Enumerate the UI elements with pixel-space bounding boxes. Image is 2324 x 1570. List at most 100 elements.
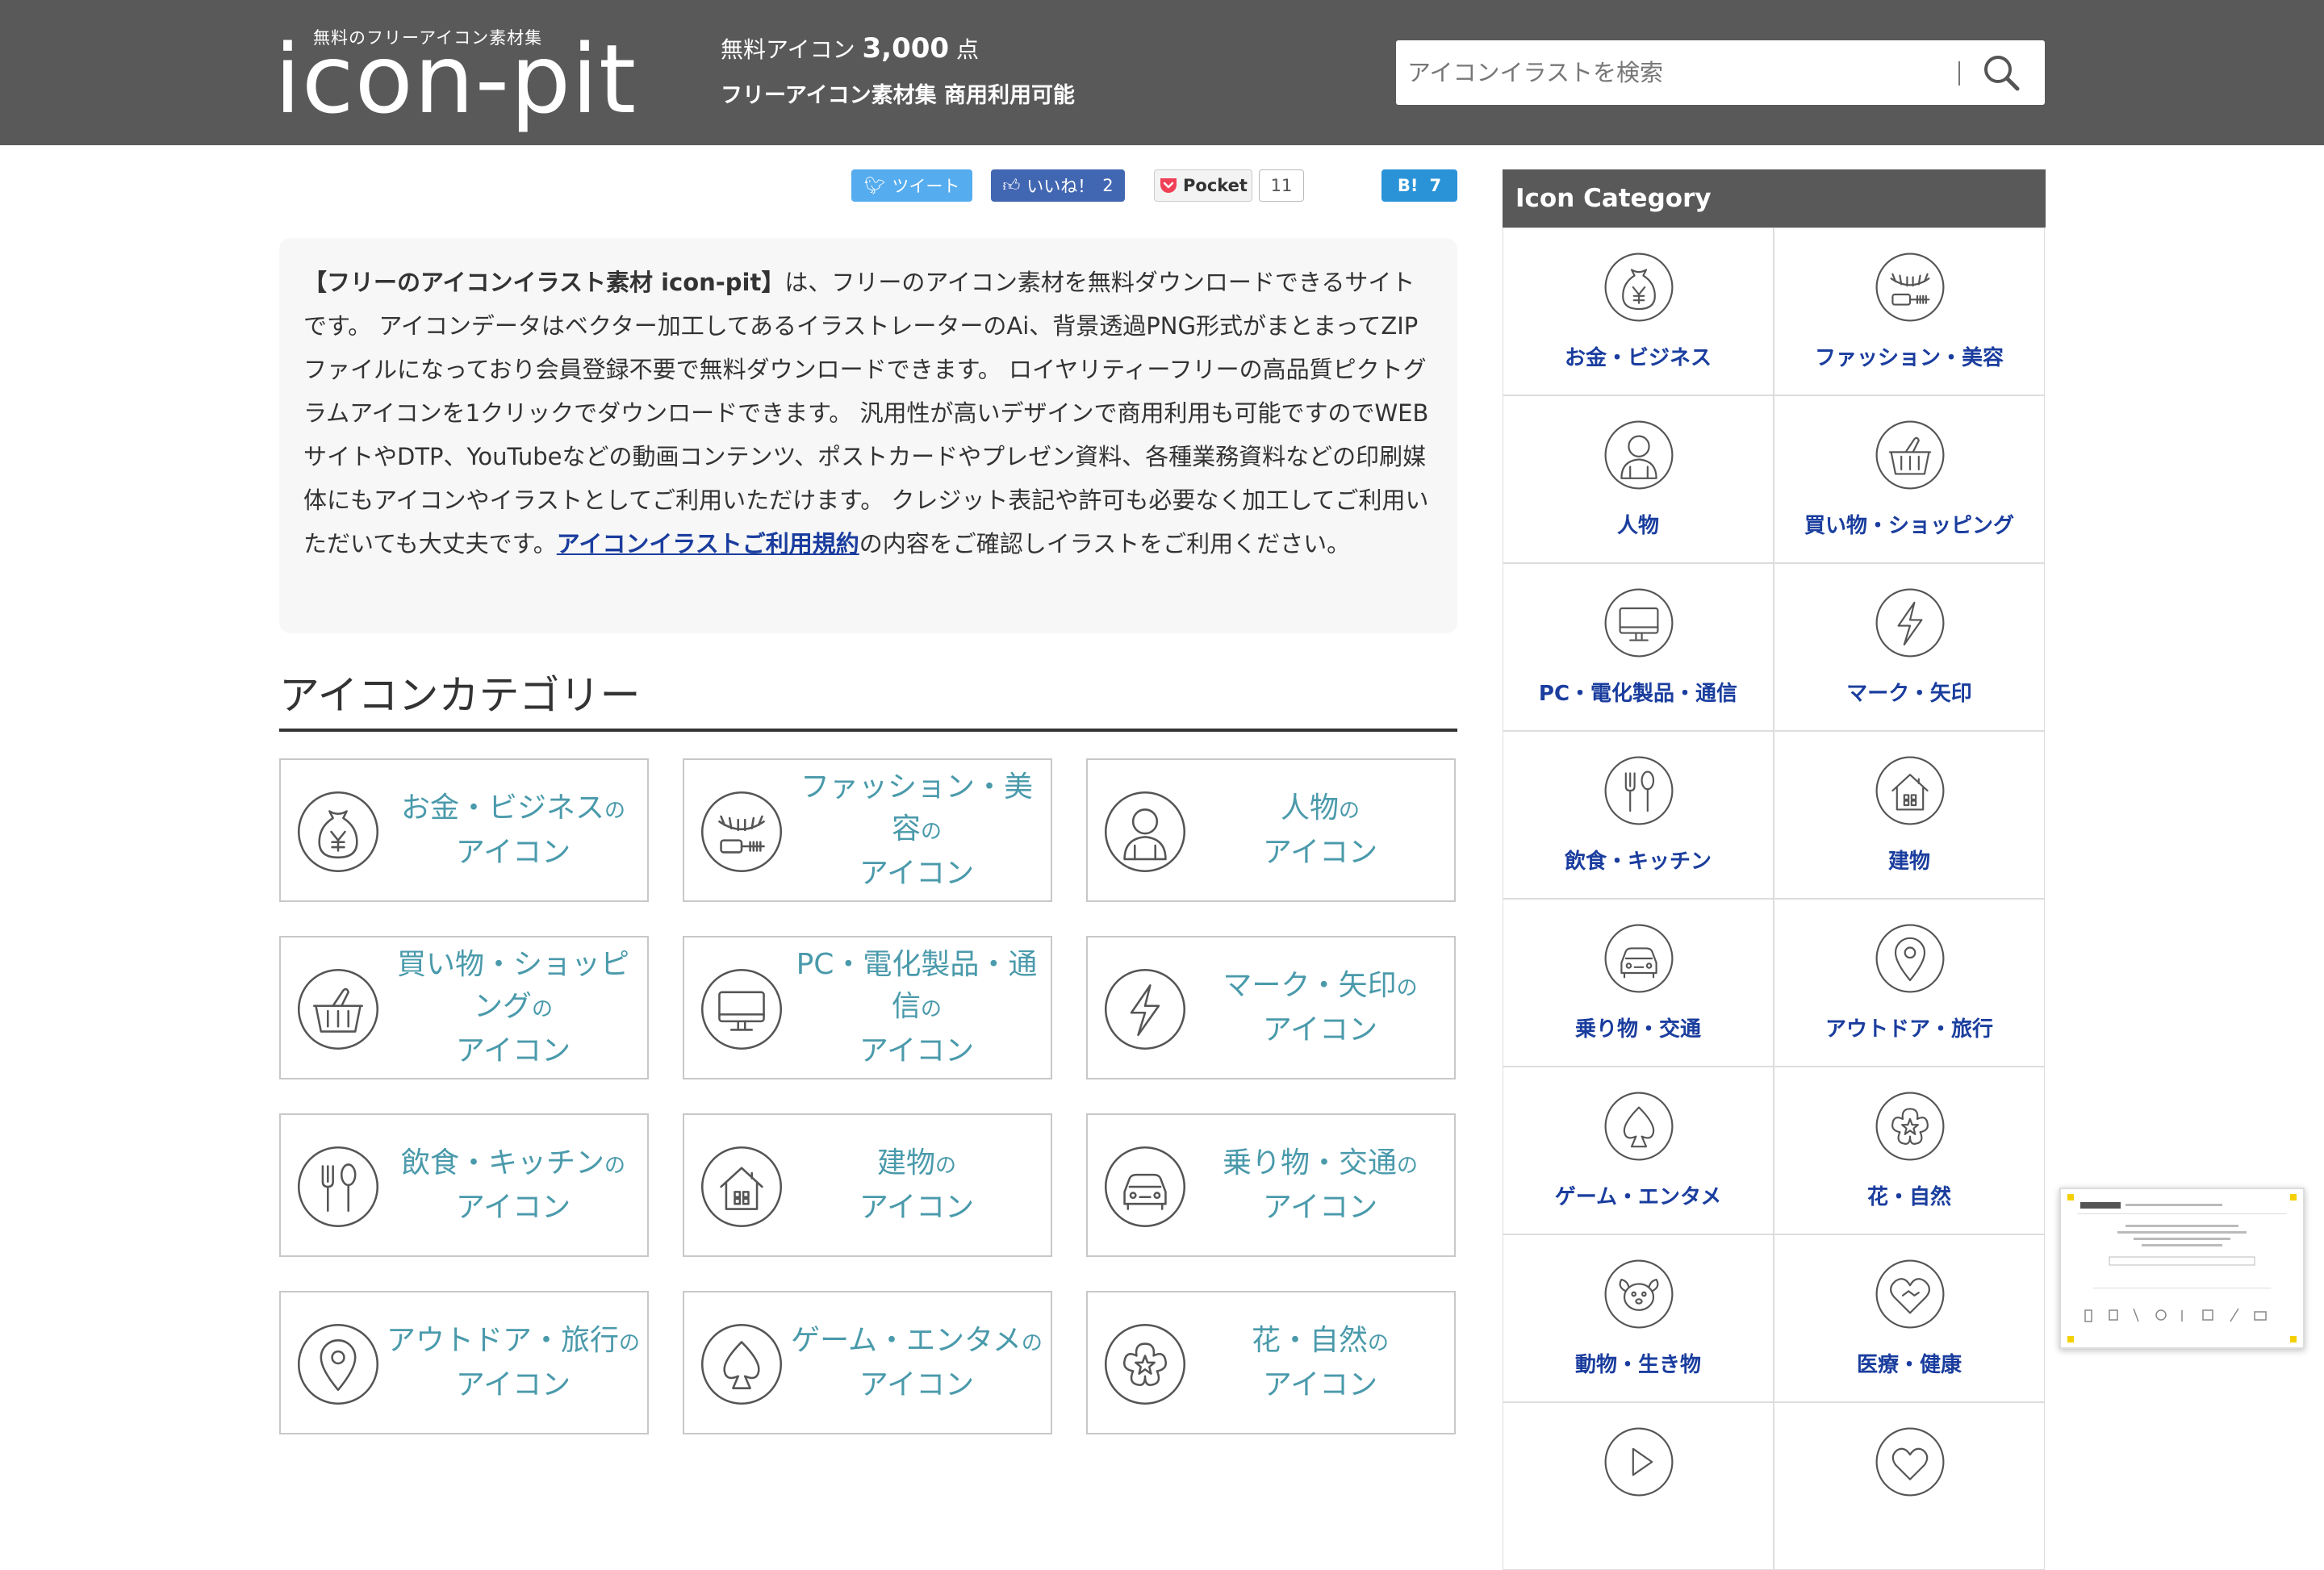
flower-icon bbox=[1875, 1092, 1945, 1161]
category-card-icon bbox=[1102, 1322, 1188, 1407]
pocket-count: 11 bbox=[1259, 169, 1304, 202]
category-card-suffix: アイコン bbox=[455, 835, 571, 869]
sidebar-category-item[interactable]: 医療・健康 bbox=[1774, 1234, 2045, 1402]
search-button[interactable] bbox=[1979, 52, 2024, 94]
house-icon bbox=[1875, 756, 1945, 825]
search-icon bbox=[1984, 56, 2020, 91]
sidebar-category-item[interactable]: マーク・矢印 bbox=[1774, 563, 2045, 731]
sidebar-category-icon bbox=[1874, 922, 1946, 995]
sidebar-category-item[interactable]: PC・電化製品・通信 bbox=[1503, 563, 1774, 731]
hatena-bookmark-button[interactable]: B! 7 bbox=[1381, 169, 1457, 202]
sidebar-category-label: 人物 bbox=[1616, 514, 1659, 538]
tagline-free: フリーアイコン素材集 商用利用可能 bbox=[721, 83, 1075, 108]
category-card[interactable]: 人物の アイコン bbox=[1086, 758, 1456, 902]
sidebar-category-icon bbox=[1874, 1258, 1946, 1330]
sidebar-category-item[interactable]: アウトドア・旅行 bbox=[1774, 899, 2045, 1067]
category-card-label: 人物の アイコン bbox=[1193, 760, 1448, 900]
sidebar-category-label: ファッション・美容 bbox=[1814, 346, 2004, 370]
category-card-suffix: アイコン bbox=[1262, 1367, 1378, 1401]
section-divider bbox=[279, 729, 1457, 732]
category-card-particle: の bbox=[1396, 975, 1418, 1000]
like-count: 2 bbox=[1102, 176, 1114, 195]
house-icon bbox=[700, 1146, 783, 1228]
category-card[interactable]: ファッション・美容の アイコン bbox=[683, 758, 1052, 902]
category-card-title: アウトドア・旅行 bbox=[386, 1323, 619, 1357]
search-input[interactable] bbox=[1406, 48, 1958, 97]
category-card-label: マーク・矢印の アイコン bbox=[1193, 937, 1448, 1078]
category-card-title: 乗り物・交通 bbox=[1222, 1146, 1397, 1180]
tweet-button[interactable]: 🐦︎ ツイート bbox=[851, 169, 972, 202]
terms-link[interactable]: アイコンイラストご利用規約 bbox=[557, 530, 859, 557]
sidebar-category-item[interactable]: お金・ビジネス bbox=[1503, 228, 1774, 395]
category-card-suffix: アイコン bbox=[1262, 1013, 1378, 1046]
car-icon bbox=[1104, 1146, 1186, 1228]
category-card-particle: の bbox=[1021, 1330, 1043, 1355]
sidebar-category-item[interactable]: 人物 bbox=[1503, 395, 1774, 563]
category-card[interactable]: 花・自然の アイコン bbox=[1086, 1291, 1456, 1434]
category-card[interactable]: 乗り物・交通の アイコン bbox=[1086, 1113, 1456, 1257]
sidebar-category-label: マーク・矢印 bbox=[1846, 682, 1972, 706]
sidebar-category-item[interactable] bbox=[1503, 1402, 1774, 1570]
category-card-icon bbox=[699, 789, 784, 875]
flower-icon bbox=[1104, 1323, 1186, 1405]
category-card[interactable]: アウトドア・旅行の アイコン bbox=[279, 1291, 649, 1434]
sidebar-category-icon bbox=[1603, 587, 1675, 659]
facebook-like-button[interactable]: 👍︎ いいね！ 2 bbox=[991, 169, 1125, 202]
category-card-label: ファッション・美容の アイコン bbox=[789, 760, 1044, 900]
eyelash-icon bbox=[1875, 253, 1945, 322]
category-card-label: 買い物・ショッピングの アイコン bbox=[386, 937, 641, 1078]
category-card-suffix: アイコン bbox=[455, 1190, 571, 1224]
sidebar-category-item[interactable]: 建物 bbox=[1774, 731, 2045, 899]
category-card-title: ファッション・美容 bbox=[800, 770, 1033, 846]
sidebar-category-item[interactable] bbox=[1774, 1402, 2045, 1570]
category-card[interactable]: ゲーム・エンタメの アイコン bbox=[683, 1291, 1052, 1434]
like-label: いいね！ bbox=[1026, 177, 1095, 196]
sidebar-category-label: PC・電化製品・通信 bbox=[1538, 682, 1738, 706]
sidebar-category-item[interactable]: ファッション・美容 bbox=[1774, 228, 2045, 395]
basket-icon bbox=[297, 968, 379, 1050]
category-card-particle: の bbox=[921, 996, 943, 1021]
heart-hand-icon bbox=[1875, 1259, 1945, 1329]
category-card[interactable]: マーク・矢印の アイコン bbox=[1086, 936, 1456, 1079]
category-card-title: 飲食・キッチン bbox=[400, 1146, 604, 1180]
sidebar-category-icon bbox=[1874, 1426, 1946, 1498]
category-card[interactable]: 建物の アイコン bbox=[683, 1113, 1052, 1257]
lightning-icon bbox=[1875, 588, 1945, 658]
category-card[interactable]: お金・ビジネスの アイコン bbox=[279, 758, 649, 902]
sidebar-category-label: 買い物・ショッピング bbox=[1804, 514, 2014, 538]
floating-site-thumbnail[interactable] bbox=[2059, 1188, 2305, 1349]
site-logo[interactable]: icon-pit bbox=[274, 23, 637, 136]
sidebar-category-icon bbox=[1874, 1090, 1946, 1163]
intro-text: 【フリーのアイコンイラスト素材 icon-pit】は、フリーのアイコン素材を無料… bbox=[279, 238, 1457, 633]
sidebar-category-item[interactable]: 乗り物・交通 bbox=[1503, 899, 1774, 1067]
category-card[interactable]: 飲食・キッチンの アイコン bbox=[279, 1113, 649, 1257]
category-card-particle: の bbox=[619, 1330, 641, 1355]
tweet-label: ツイート bbox=[892, 177, 960, 196]
category-card-label: お金・ビジネスの アイコン bbox=[386, 760, 641, 900]
sidebar-category-icon bbox=[1603, 922, 1675, 995]
category-card-title: 買い物・ショッピング bbox=[396, 947, 629, 1023]
sidebar-category-item[interactable]: ゲーム・エンタメ bbox=[1503, 1067, 1774, 1234]
section-title: アイコンカテゴリー bbox=[279, 672, 641, 719]
category-card-suffix: アイコン bbox=[1262, 1190, 1378, 1224]
intro-bold: 【フリーのアイコンイラスト素材 icon-pit】 bbox=[303, 269, 785, 296]
category-card[interactable]: PC・電化製品・通信の アイコン bbox=[683, 936, 1052, 1079]
sidebar-category-item[interactable]: 動物・生き物 bbox=[1503, 1234, 1774, 1402]
pocket-button[interactable]: Pocket bbox=[1154, 169, 1252, 202]
sidebar-category-label: 医療・健康 bbox=[1856, 1353, 1962, 1377]
sidebar-category-label: 乗り物・交通 bbox=[1574, 1017, 1701, 1042]
category-card-icon bbox=[295, 1144, 381, 1230]
lightning-icon bbox=[1104, 968, 1186, 1050]
sidebar-category-item[interactable]: 飲食・キッチン bbox=[1503, 731, 1774, 899]
category-card[interactable]: 買い物・ショッピングの アイコン bbox=[279, 936, 649, 1079]
sidebar-category-item[interactable]: 花・自然 bbox=[1774, 1067, 2045, 1234]
sidebar-category-item[interactable]: 買い物・ショッピング bbox=[1774, 395, 2045, 563]
category-card-label: アウトドア・旅行の アイコン bbox=[386, 1292, 641, 1433]
sidebar-category-label: 動物・生き物 bbox=[1574, 1353, 1701, 1377]
category-card-particle: の bbox=[604, 798, 626, 823]
car-icon bbox=[1604, 924, 1674, 993]
category-card-particle: の bbox=[532, 996, 554, 1021]
sidebar-category-label: 飲食・キッチン bbox=[1564, 850, 1712, 874]
category-card-title: 人物 bbox=[1280, 791, 1339, 825]
pocket-icon bbox=[1160, 178, 1177, 193]
